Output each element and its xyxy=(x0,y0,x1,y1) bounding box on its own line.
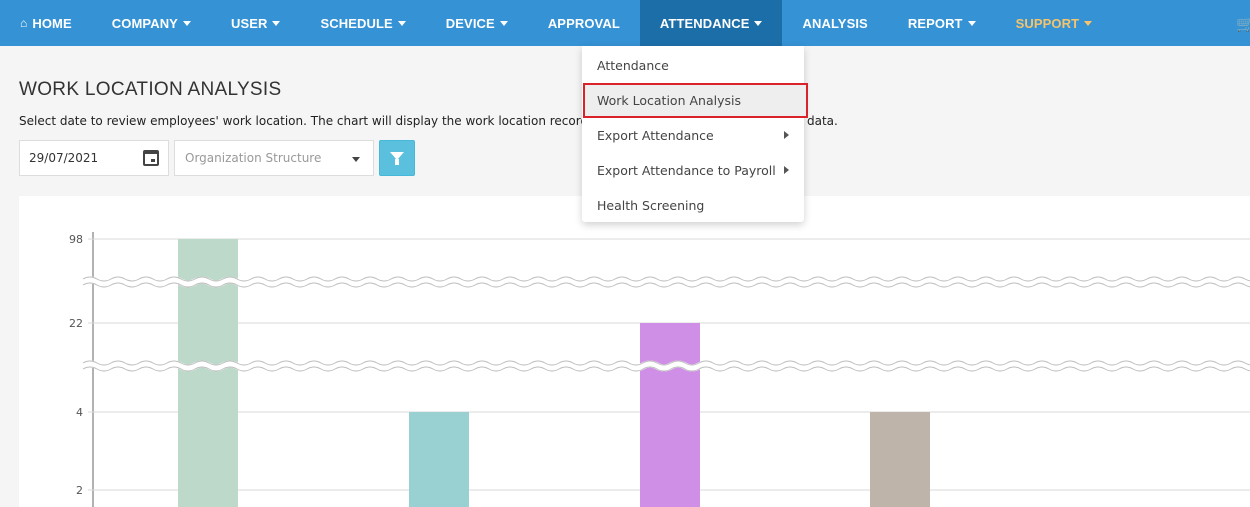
caret-down-icon xyxy=(397,20,406,26)
menu-item-label: Attendance xyxy=(597,58,669,73)
nav-device[interactable]: DEVICE xyxy=(426,0,528,46)
menu-item-attendance[interactable]: Attendance xyxy=(582,48,804,83)
chart-svg: 98 22 4 2 xyxy=(69,232,1250,507)
y-tick-label: 22 xyxy=(69,317,83,330)
organization-structure-placeholder: Organization Structure xyxy=(185,151,322,165)
nav-device-label: DEVICE xyxy=(445,15,495,31)
caret-down-icon xyxy=(1084,20,1093,26)
chevron-down-icon xyxy=(352,157,360,162)
date-input[interactable]: 29/07/2021 xyxy=(19,140,169,176)
page-description: Select date to review employees' work lo… xyxy=(19,114,838,128)
nav-attendance-label: ATTENDANCE xyxy=(659,15,750,31)
filter-icon xyxy=(390,152,404,165)
menu-item-work-location-analysis[interactable]: Work Location Analysis xyxy=(583,83,808,118)
nav-user[interactable]: USER xyxy=(211,0,301,46)
cart-icon[interactable]: 🛒 xyxy=(1236,15,1250,33)
menu-item-label: Export Attendance to Payroll xyxy=(597,163,776,178)
page-description-text: Select date to review employees' work lo… xyxy=(19,114,606,128)
nav-approval[interactable]: APPROVAL xyxy=(528,0,640,46)
work-location-chart: 98 22 4 2 xyxy=(19,196,1250,507)
menu-item-export-attendance-payroll[interactable]: Export Attendance to Payroll xyxy=(582,153,804,188)
nav-approval-label: APPROVAL xyxy=(547,15,620,31)
caret-down-icon xyxy=(182,20,191,26)
nav-report[interactable]: REPORT xyxy=(888,0,996,46)
nav-schedule[interactable]: SCHEDULE xyxy=(300,0,425,46)
top-nav: ⌂ HOME COMPANY USER SCHEDULE DEVICE APPR… xyxy=(0,0,1250,46)
calendar-icon[interactable] xyxy=(143,150,159,166)
caret-right-icon xyxy=(784,131,789,139)
menu-item-health-screening[interactable]: Health Screening xyxy=(582,188,804,223)
nav-analysis[interactable]: ANALYSIS xyxy=(782,0,887,46)
nav-company-label: COMPANY xyxy=(111,15,178,31)
page-title: WORK LOCATION ANALYSIS xyxy=(19,79,282,100)
filter-button[interactable] xyxy=(379,140,415,176)
nav-schedule-label: SCHEDULE xyxy=(320,15,393,31)
y-tick-label: 2 xyxy=(76,484,83,497)
nav-home[interactable]: ⌂ HOME xyxy=(0,0,92,46)
nav-report-label: REPORT xyxy=(907,15,963,31)
attendance-dropdown-menu: Attendance Work Location Analysis Export… xyxy=(582,46,808,223)
y-tick-label: 4 xyxy=(76,406,83,419)
y-tick-label: 98 xyxy=(69,233,83,246)
menu-item-label: Work Location Analysis xyxy=(597,93,741,108)
organization-structure-select[interactable]: Organization Structure xyxy=(174,140,374,176)
bar xyxy=(409,412,469,507)
nav-company[interactable]: COMPANY xyxy=(92,0,211,46)
caret-right-icon xyxy=(784,166,789,174)
menu-item-label: Export Attendance xyxy=(597,128,714,143)
nav-support[interactable]: SUPPORT xyxy=(996,0,1113,46)
home-icon: ⌂ xyxy=(20,16,28,30)
page-description-tail: data. xyxy=(807,114,838,128)
caret-down-icon xyxy=(967,20,976,26)
caret-down-icon xyxy=(499,20,508,26)
nav-user-label: USER xyxy=(230,15,268,31)
bar xyxy=(870,412,930,507)
date-value: 29/07/2021 xyxy=(29,151,99,165)
nav-support-label: SUPPORT xyxy=(1015,15,1080,31)
nav-home-label: HOME xyxy=(32,15,72,31)
nav-attendance[interactable]: ATTENDANCE xyxy=(639,0,783,46)
nav-analysis-label: ANALYSIS xyxy=(802,15,868,31)
caret-down-icon xyxy=(272,20,281,26)
caret-down-icon xyxy=(754,20,763,26)
bar xyxy=(640,323,700,507)
menu-item-label: Health Screening xyxy=(597,198,705,213)
menu-item-export-attendance[interactable]: Export Attendance xyxy=(582,118,804,153)
